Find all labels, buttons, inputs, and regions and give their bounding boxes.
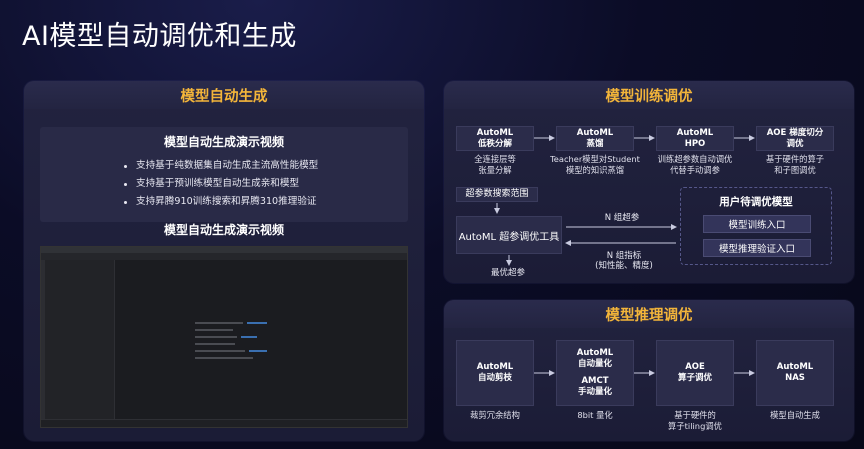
video-text-line xyxy=(195,343,235,345)
video-explorer-panel xyxy=(45,260,115,419)
video-text-line xyxy=(247,322,267,324)
auto-generation-panel: 模型自动生成 模型自动生成演示视频 支持基于纯数据集自动生成主流高性能模型 支持… xyxy=(24,81,424,441)
demo-video-screenshot[interactable] xyxy=(40,246,408,428)
video-text-line xyxy=(195,329,233,331)
training-arrows xyxy=(494,135,755,266)
video-tab-bar xyxy=(41,253,407,260)
inference-tuning-panel: 模型推理调优 AutoML 自动剪枝 裁剪冗余结构 AutoML 自动量化 AM… xyxy=(444,300,854,441)
video-status-bar xyxy=(41,419,407,427)
video-text-line xyxy=(195,350,245,352)
feature-item: 支持昇腾910训练搜索和昇腾310推理验证 xyxy=(124,193,318,211)
feature-item: 支持基于纯数据集自动生成主流高性能模型 xyxy=(124,157,318,175)
video-text-line xyxy=(195,322,243,324)
auto-generation-title: 模型自动生成 xyxy=(24,81,424,109)
page-title: AI模型自动调优和生成 xyxy=(22,21,297,52)
video-text-line xyxy=(195,336,237,338)
feature-list: 支持基于纯数据集自动生成主流高性能模型 支持基于预训练模型自动生成亲和模型 支持… xyxy=(124,157,318,211)
demo-summary-box: 模型自动生成演示视频 支持基于纯数据集自动生成主流高性能模型 支持基于预训练模型… xyxy=(40,127,408,222)
demo-summary-title: 模型自动生成演示视频 xyxy=(163,135,284,149)
video-text-line xyxy=(195,357,253,359)
video-title: 模型自动生成演示视频 xyxy=(163,223,284,237)
video-text-line xyxy=(249,350,267,352)
feature-item: 支持基于预训练模型自动生成亲和模型 xyxy=(124,175,318,193)
training-tuning-panel: 模型训练调优 AutoML 低秩分解 全连接层等 张量分解 AutoML 蒸馏 … xyxy=(444,81,854,283)
video-text-line xyxy=(241,336,257,338)
inference-arrows xyxy=(534,370,755,376)
